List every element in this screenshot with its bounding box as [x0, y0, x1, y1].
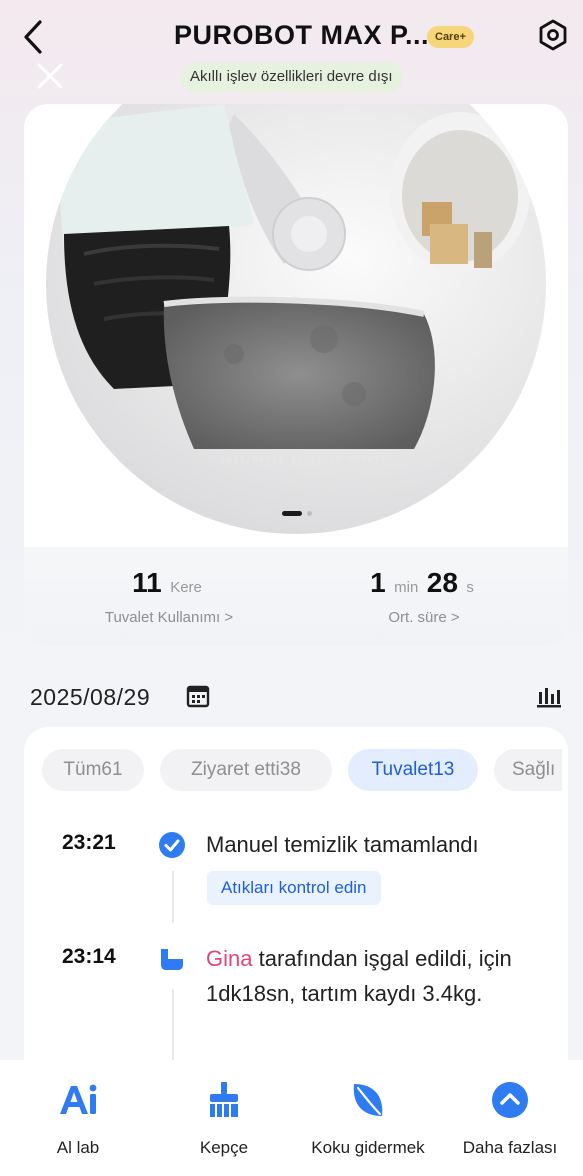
- nav-deodorize[interactable]: Koku gidermek: [298, 1078, 438, 1160]
- header: PUROBOT MAX P... Care+ Akıllı işlev özel…: [0, 0, 583, 100]
- usage-stats: 11 Kere Tuvalet Kullanımı > 1 min 28 s O…: [24, 547, 568, 646]
- leaf-icon: [353, 1084, 383, 1116]
- bottom-nav: Al lab Kepçe Koku gidermek Daha fazlası: [0, 1060, 583, 1176]
- average-duration-stat[interactable]: 1 min 28 s Ort. süre >: [324, 567, 524, 626]
- nav-scoop[interactable]: Kepçe: [154, 1078, 294, 1160]
- camera-timestamp: 2025/09/21 16:11:19 PETKIT: [220, 456, 387, 466]
- nav-label: Al lab: [56, 1138, 100, 1157]
- event-text: Gina tarafından işgal edildi, için 1dk18…: [206, 941, 546, 1011]
- date-row: 2025/08/29: [30, 682, 565, 714]
- check-circle-icon: [159, 832, 185, 858]
- usage-unit: Kere: [170, 579, 202, 596]
- device-title: PUROBOT MAX P...: [174, 20, 430, 50]
- event-description: tarafından işgal edildi, için 1dk18sn, t…: [206, 946, 512, 1006]
- carousel-dot-active[interactable]: [282, 511, 302, 516]
- event-time: 23:14: [62, 945, 116, 968]
- tab-toilet[interactable]: Tuvalet13: [348, 749, 478, 791]
- activity-list-card: Tüm61 Ziyaret etti38 Tuvalet13 Sağlı 23:…: [24, 727, 568, 1087]
- seconds-unit: s: [466, 579, 474, 596]
- nav-label: Kepçe: [199, 1138, 249, 1157]
- duration-seconds: 28: [426, 567, 458, 598]
- event-time: 23:21: [62, 831, 116, 854]
- tab-health[interactable]: Sağlı: [494, 749, 562, 791]
- nav-label: Daha fazlası: [462, 1138, 558, 1157]
- bar-chart-icon[interactable]: [536, 684, 562, 708]
- selected-date[interactable]: 2025/08/29: [30, 684, 150, 711]
- carousel-dot[interactable]: [307, 511, 312, 516]
- minutes-unit: min: [394, 579, 419, 596]
- nav-label: Koku gidermek: [311, 1138, 425, 1157]
- tab-all[interactable]: Tüm61: [42, 749, 144, 791]
- calendar-icon[interactable]: [186, 684, 210, 708]
- usage-label: Tuvalet Kullanımı >: [104, 609, 234, 626]
- settings-icon[interactable]: [536, 18, 570, 52]
- litter-box-icon: [161, 949, 183, 970]
- event-text: Manuel temizlik tamamlandı: [206, 832, 479, 857]
- filter-tabs: Tüm61 Ziyaret etti38 Tuvalet13 Sağlı: [42, 749, 562, 791]
- care-plus-badge[interactable]: Care+: [427, 26, 474, 48]
- duration-minutes: 1: [370, 567, 386, 598]
- camera-snapshot[interactable]: [24, 104, 568, 544]
- timeline-line: [172, 871, 174, 923]
- ai-lab-icon: [60, 1084, 97, 1114]
- usage-count: 11: [132, 567, 162, 598]
- close-icon[interactable]: [34, 60, 66, 92]
- carousel-dots[interactable]: [282, 511, 322, 517]
- camera-card: 2025/09/21 16:11:19 PETKIT 11 Kere Tuval…: [24, 104, 568, 646]
- chevron-up-circle-icon: [492, 1082, 528, 1118]
- smart-features-disabled-notice[interactable]: Akıllı işlev özellikleri devre dışı: [180, 62, 403, 92]
- tab-visited[interactable]: Ziyaret etti38: [160, 749, 332, 791]
- nav-ai-lab[interactable]: Al lab: [8, 1078, 148, 1160]
- broom-icon: [210, 1082, 238, 1117]
- back-arrow-icon[interactable]: [18, 18, 52, 56]
- pet-name[interactable]: Gina: [206, 946, 252, 971]
- check-waste-button[interactable]: Atıkları kontrol edin: [207, 871, 381, 905]
- event-manual-cleaning[interactable]: 23:21 Manuel temizlik tamamlandı Atıklar…: [24, 827, 568, 927]
- nav-more[interactable]: Daha fazlası: [440, 1078, 580, 1160]
- toilet-usage-stat[interactable]: 11 Kere Tuvalet Kullanımı >: [64, 567, 274, 626]
- duration-label: Ort. süre >: [388, 609, 460, 626]
